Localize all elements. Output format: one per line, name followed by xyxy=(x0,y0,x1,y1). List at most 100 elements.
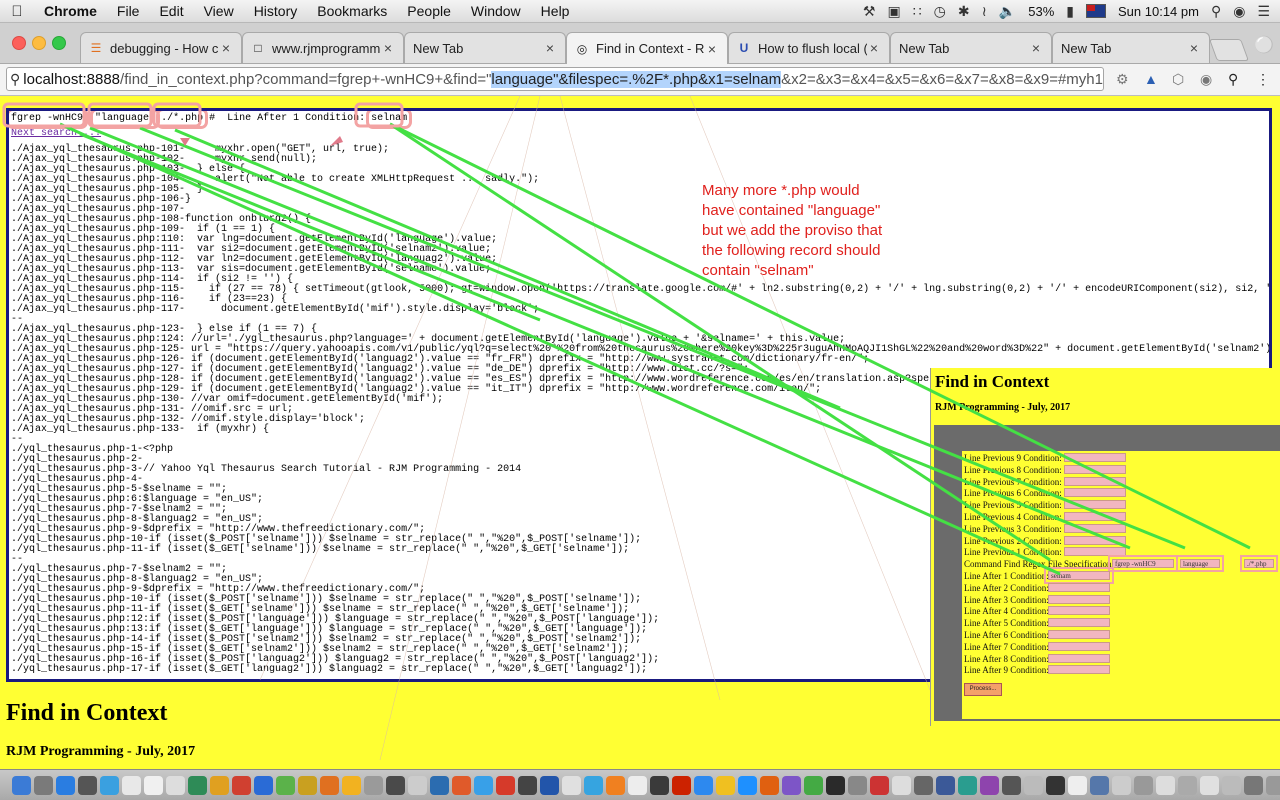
menu-people[interactable]: People xyxy=(397,3,461,19)
dock-app-icon[interactable] xyxy=(1156,775,1175,795)
battery-icon[interactable]: ▮ xyxy=(1066,3,1074,20)
dock-app-icon[interactable] xyxy=(408,775,427,795)
dock-app-icon[interactable] xyxy=(100,775,119,795)
next-search-link[interactable]: Next search ... xyxy=(9,126,1269,145)
apple-menu-icon[interactable]:  xyxy=(0,3,34,20)
dock-app-icon[interactable] xyxy=(936,775,955,795)
dock-app-icon[interactable] xyxy=(122,775,141,795)
inset-prev-condition-field[interactable] xyxy=(1064,547,1126,557)
menu-window[interactable]: Window xyxy=(461,3,531,19)
dock-app-icon[interactable] xyxy=(1002,775,1021,795)
dock-app-icon[interactable] xyxy=(738,775,757,795)
extension-icon[interactable]: ⬡ xyxy=(1172,71,1184,88)
extension-icon[interactable]: ▲ xyxy=(1144,71,1158,87)
inset-prev-condition-field[interactable] xyxy=(1064,512,1126,521)
battery-percent[interactable]: 53% xyxy=(1028,4,1054,19)
dock-app-icon[interactable] xyxy=(584,775,603,795)
dots-grid-icon[interactable]: ∷ xyxy=(913,3,922,20)
dock-app-icon[interactable] xyxy=(1068,775,1087,795)
tab-rjmprogramming[interactable]: □ www.rjmprogramm × xyxy=(242,32,404,63)
dock-app-icon[interactable] xyxy=(716,775,735,795)
siri-icon[interactable]: ◉ xyxy=(1233,3,1245,20)
dock-app-icon[interactable] xyxy=(386,775,405,795)
tab-find-in-context[interactable]: ◎ Find in Context - R × xyxy=(566,32,728,64)
tab-new-tab-3[interactable]: New Tab × xyxy=(1052,32,1210,63)
menu-help[interactable]: Help xyxy=(531,3,580,19)
inset-after-condition-field[interactable] xyxy=(1048,582,1110,592)
tab-close-icon[interactable]: × xyxy=(381,40,395,56)
dock-app-icon[interactable] xyxy=(254,775,273,795)
dock-app-icon[interactable] xyxy=(914,775,933,795)
dock-app-icon[interactable] xyxy=(650,775,669,795)
dock-app-icon[interactable] xyxy=(562,775,581,795)
dock-app-icon[interactable] xyxy=(56,775,75,795)
dock-app-icon[interactable] xyxy=(298,775,317,795)
inset-command-field[interactable]: fgrep -wnHC9 xyxy=(1108,555,1178,573)
dock-app-icon[interactable] xyxy=(1046,775,1065,795)
tab-close-icon[interactable]: × xyxy=(867,40,881,56)
dock-app-icon[interactable] xyxy=(694,775,713,795)
menu-file[interactable]: File xyxy=(107,3,150,19)
tab-new-tab-1[interactable]: New Tab × xyxy=(404,32,566,63)
dock-app-icon[interactable] xyxy=(1178,775,1197,795)
menubar-clock[interactable]: Sun 10:14 pm xyxy=(1118,4,1199,19)
inset-prev-condition-field[interactable] xyxy=(1064,523,1126,533)
dock-app-icon[interactable] xyxy=(342,775,361,795)
tab-new-tab-2[interactable]: New Tab × xyxy=(890,32,1052,63)
dock-app-icon[interactable] xyxy=(1112,775,1131,795)
dock-app-icon[interactable] xyxy=(12,775,31,795)
inset-find-field[interactable]: language xyxy=(1176,555,1224,573)
close-window-button[interactable] xyxy=(12,36,26,50)
dock-app-icon[interactable] xyxy=(1090,775,1109,795)
zoom-window-button[interactable] xyxy=(52,36,66,50)
dock-app-icon[interactable] xyxy=(826,775,845,795)
dock-app-icon[interactable] xyxy=(78,775,97,795)
inset-after-condition-field[interactable] xyxy=(1048,606,1110,616)
extension-icon[interactable]: ▣ xyxy=(887,3,900,20)
dock-app-icon[interactable] xyxy=(1244,775,1263,795)
extension-icon[interactable]: ⚙ xyxy=(1116,71,1129,88)
minimize-window-button[interactable] xyxy=(32,36,46,50)
inset-after-condition-field[interactable] xyxy=(1048,618,1110,628)
tab-close-icon[interactable]: × xyxy=(543,40,557,56)
dock-app-icon[interactable] xyxy=(320,775,339,795)
dock-app-icon[interactable] xyxy=(210,775,229,795)
dock-app-icon[interactable] xyxy=(672,775,691,795)
inset-prev-condition-field[interactable] xyxy=(1064,464,1126,474)
dock-app-icon[interactable] xyxy=(144,775,163,795)
inset-after-condition-field[interactable] xyxy=(1048,641,1110,651)
dock-app-icon[interactable] xyxy=(540,775,559,795)
dock-app-icon[interactable] xyxy=(606,775,625,795)
dock-app-icon[interactable] xyxy=(518,775,537,795)
dock-app-icon[interactable] xyxy=(1200,775,1219,795)
dock-app-icon[interactable] xyxy=(166,775,185,795)
inset-after-condition-field[interactable] xyxy=(1048,665,1110,675)
time-machine-icon[interactable]: ◷ xyxy=(934,3,946,20)
dock-app-icon[interactable] xyxy=(430,775,449,795)
profile-icon[interactable]: ⚪ xyxy=(1254,35,1274,55)
dock-app-icon[interactable] xyxy=(892,775,911,795)
dock-app-icon[interactable] xyxy=(34,775,53,795)
dock-app-icon[interactable] xyxy=(496,775,515,795)
notification-center-icon[interactable]: ☰ xyxy=(1257,3,1270,20)
inset-after-condition-field[interactable] xyxy=(1048,594,1110,604)
dock-app-icon[interactable] xyxy=(1222,775,1241,795)
dock-app-icon[interactable] xyxy=(276,775,295,795)
dock-app-icon[interactable] xyxy=(760,775,779,795)
tools-icon[interactable]: ⚒ xyxy=(863,3,876,20)
extension-icon[interactable]: ◉ xyxy=(1200,71,1212,88)
dock-app-icon[interactable] xyxy=(1134,775,1153,795)
dock-app-icon[interactable] xyxy=(628,775,647,795)
new-tab-button[interactable] xyxy=(1208,39,1250,61)
dock-app-icon[interactable] xyxy=(804,775,823,795)
wifi-icon[interactable]: ≀ xyxy=(982,3,987,20)
dock-app-icon[interactable] xyxy=(870,775,889,795)
dock-app-icon[interactable] xyxy=(474,775,493,795)
dock-app-icon[interactable] xyxy=(958,775,977,795)
inset-prev-condition-field[interactable] xyxy=(1064,476,1126,486)
menu-bookmarks[interactable]: Bookmarks xyxy=(307,3,397,19)
spotlight-search-icon[interactable]: ⚲ xyxy=(1211,3,1221,20)
dock-app-icon[interactable] xyxy=(232,775,251,795)
inset-process-button[interactable]: Process... xyxy=(964,683,1002,696)
tab-flush-local[interactable]: U How to flush local ( × xyxy=(728,32,890,63)
